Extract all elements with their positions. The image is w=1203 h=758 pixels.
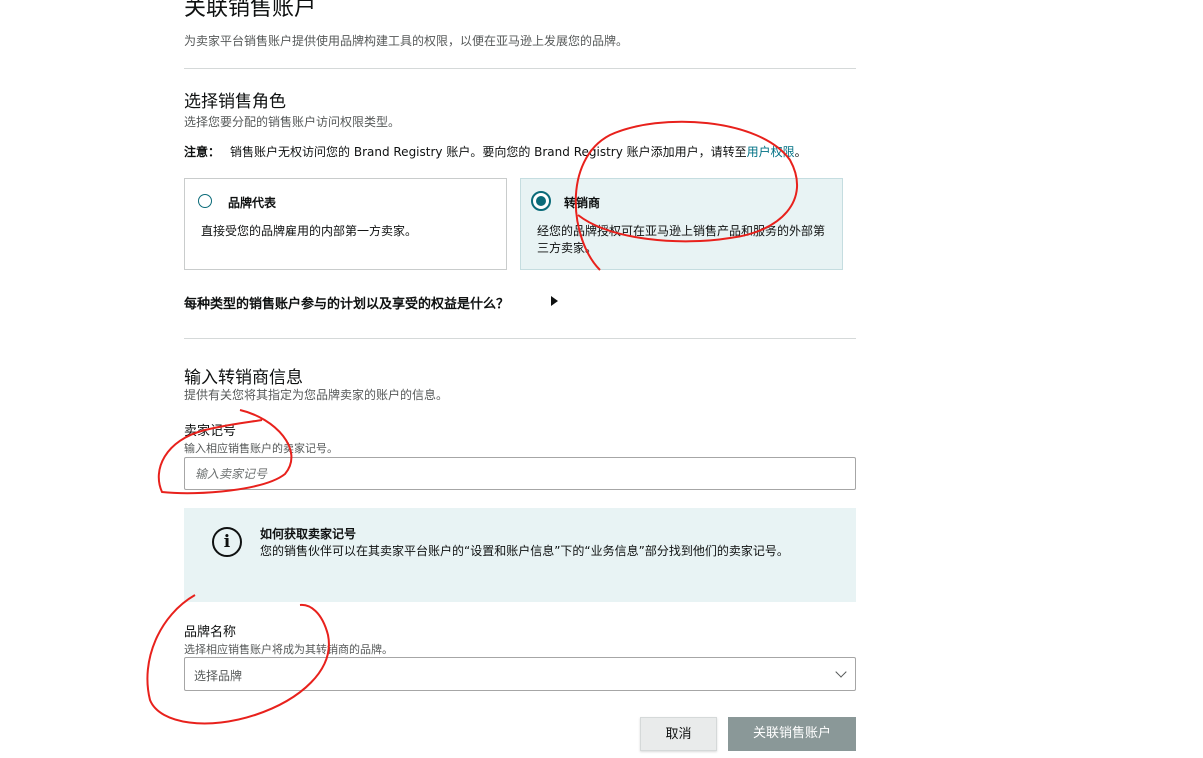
role-option-description: 直接受您的品牌雇用的内部第一方卖家。 [201, 224, 418, 238]
role-option-brand-representative[interactable]: 品牌代表 直接受您的品牌雇用的内部第一方卖家。 [184, 178, 507, 270]
seller-id-input[interactable] [184, 457, 856, 490]
page-title: 关联销售账户 [184, 0, 317, 21]
note-end: 。 [794, 145, 807, 159]
brand-select[interactable]: 选择品牌 [184, 657, 856, 691]
info-title: 如何获取卖家记号 [260, 527, 357, 541]
info-circle-icon: i [212, 527, 242, 557]
note-label: 注意： [184, 145, 221, 159]
seller-id-label: 卖家记号 [184, 424, 237, 439]
account-types-faq-toggle[interactable]: 每种类型的销售账户参与的计划以及享受的权益是什么？ [184, 293, 509, 312]
reseller-section-description: 提供有关您将其指定为您品牌卖家的账户的信息。 [184, 388, 449, 402]
brand-name-label: 品牌名称 [184, 625, 237, 640]
role-section-title: 选择销售角色 [184, 92, 286, 112]
brand-select-value: 选择品牌 [194, 669, 243, 683]
red-annotation-circles [146, 120, 798, 725]
info-text: 您的销售伙伴可以在其卖家平台账户的“设置和账户信息”下的“业务信息”部分找到他们… [260, 544, 789, 558]
link-selling-account-button[interactable]: 关联销售账户 [728, 717, 856, 751]
divider-middle [184, 338, 856, 339]
role-section-description: 选择您要分配的销售账户访问权限类型。 [184, 115, 401, 129]
divider-top [184, 68, 856, 69]
chevron-down-icon[interactable] [835, 666, 847, 678]
seller-id-info-box: i 如何获取卖家记号 您的销售伙伴可以在其卖家平台账户的“设置和账户信息”下的“… [184, 508, 856, 602]
role-option-description: 经您的品牌授权可在亚马逊上销售产品和服务的外部第三方卖家。 [537, 224, 826, 255]
reseller-section-title: 输入转销商信息 [184, 368, 303, 388]
user-permissions-link[interactable]: 用户权限 [747, 145, 795, 159]
radio-icon[interactable] [198, 194, 212, 208]
note-text: 销售账户无权访问您的 Brand Registry 账户。要向您的 Brand … [230, 145, 747, 159]
role-option-reseller[interactable]: 转销商 经您的品牌授权可在亚马逊上销售产品和服务的外部第三方卖家。 [520, 178, 843, 270]
role-note: 注意： 销售账户无权访问您的 Brand Registry 账户。要向您的 Bra… [184, 143, 807, 160]
cancel-button[interactable]: 取消 [640, 717, 717, 751]
triangle-right-icon[interactable] [551, 296, 558, 306]
role-option-label: 转销商 [564, 196, 601, 210]
radio-selected-icon[interactable] [531, 191, 551, 211]
page-subtitle: 为卖家平台销售账户提供使用品牌构建工具的权限，以便在亚马逊上发展您的品牌。 [184, 34, 629, 48]
seller-id-hint: 输入相应销售账户的卖家记号。 [184, 442, 338, 455]
role-option-label: 品牌代表 [228, 196, 277, 210]
brand-name-hint: 选择相应销售账户将成为其转销商的品牌。 [184, 643, 393, 656]
